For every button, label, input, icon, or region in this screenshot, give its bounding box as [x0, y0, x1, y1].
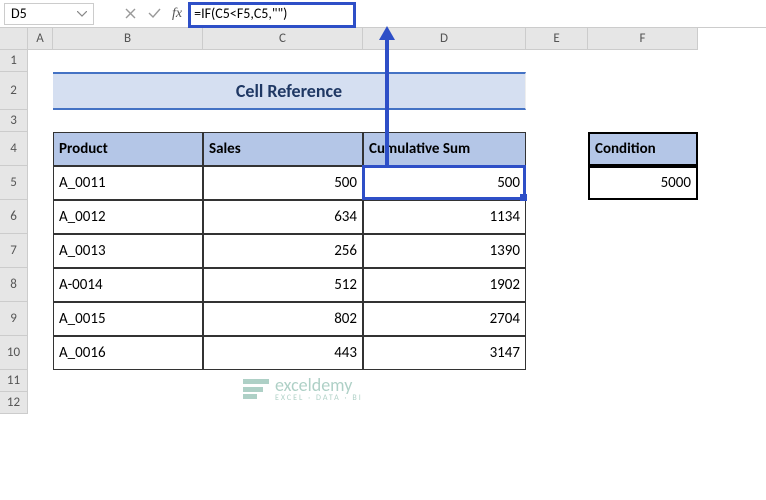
condition-value[interactable]: 5000: [588, 166, 698, 200]
cell-product[interactable]: A_0016: [53, 336, 203, 370]
row-header-7[interactable]: 7: [0, 234, 28, 268]
row-header-5[interactable]: 5: [0, 166, 28, 200]
cell-cumsum[interactable]: 1134: [363, 200, 526, 234]
title-band: Cell Reference: [53, 72, 526, 110]
cancel-icon[interactable]: [118, 2, 142, 26]
cell-sales[interactable]: 512: [203, 268, 363, 302]
header-product: Product: [53, 132, 203, 166]
row-header-3[interactable]: 3: [0, 110, 28, 132]
formula-input[interactable]: =IF(C5<F5,C5,""): [188, 3, 762, 25]
fx-icon[interactable]: fx: [166, 6, 188, 22]
row-header-10[interactable]: 10: [0, 336, 28, 370]
row-headers: 123456789101112: [0, 50, 28, 414]
column-header-E[interactable]: E: [526, 28, 588, 50]
row-header-6[interactable]: 6: [0, 200, 28, 234]
callout-arrow-line: [385, 34, 389, 166]
cell-product[interactable]: A_0013: [53, 234, 203, 268]
cell-sales[interactable]: 802: [203, 302, 363, 336]
watermark-main: exceldemy: [275, 376, 363, 394]
watermark: exceldemyEXCEL · DATA · BI: [243, 376, 363, 402]
select-all-corner[interactable]: [0, 28, 28, 50]
row-header-11[interactable]: 11: [0, 370, 28, 392]
cell-cumsum[interactable]: 2704: [363, 302, 526, 336]
check-icon[interactable]: [142, 2, 166, 26]
column-header-B[interactable]: B: [53, 28, 203, 50]
callout-arrow-head: [379, 26, 395, 40]
cell-sales[interactable]: 500: [203, 166, 363, 200]
cell-cumsum[interactable]: 1390: [363, 234, 526, 268]
row-header-4[interactable]: 4: [0, 132, 28, 166]
name-box[interactable]: D5: [4, 3, 94, 25]
cell-product[interactable]: A_0011: [53, 166, 203, 200]
watermark-sub: EXCEL · DATA · BI: [275, 394, 363, 402]
cell-cumsum[interactable]: 1902: [363, 268, 526, 302]
chevron-down-icon[interactable]: [77, 11, 87, 17]
row-header-9[interactable]: 9: [0, 302, 28, 336]
cell-product[interactable]: A_0012: [53, 200, 203, 234]
column-header-F[interactable]: F: [588, 28, 698, 50]
row-header-8[interactable]: 8: [0, 268, 28, 302]
name-box-value: D5: [11, 5, 27, 22]
row-header-2[interactable]: 2: [0, 72, 28, 110]
cell-sales[interactable]: 256: [203, 234, 363, 268]
header-sales: Sales: [203, 132, 363, 166]
condition-header: Condition: [588, 132, 698, 166]
cell-product[interactable]: A-0014: [53, 268, 203, 302]
cell-cumsum[interactable]: 500: [363, 166, 526, 200]
watermark-logo-icon: [243, 379, 269, 399]
column-header-A[interactable]: A: [28, 28, 53, 50]
formula-text: =IF(C5<F5,C5,""): [194, 5, 287, 22]
cell-cumsum[interactable]: 3147: [363, 336, 526, 370]
cell-sales[interactable]: 443: [203, 336, 363, 370]
column-headers: ABCDEF: [28, 28, 698, 50]
formula-bar: D5 fx =IF(C5<F5,C5,""): [0, 0, 766, 28]
cell-product[interactable]: A_0015: [53, 302, 203, 336]
cell-sales[interactable]: 634: [203, 200, 363, 234]
column-header-C[interactable]: C: [203, 28, 363, 50]
row-header-1[interactable]: 1: [0, 50, 28, 72]
row-header-12[interactable]: 12: [0, 392, 28, 414]
